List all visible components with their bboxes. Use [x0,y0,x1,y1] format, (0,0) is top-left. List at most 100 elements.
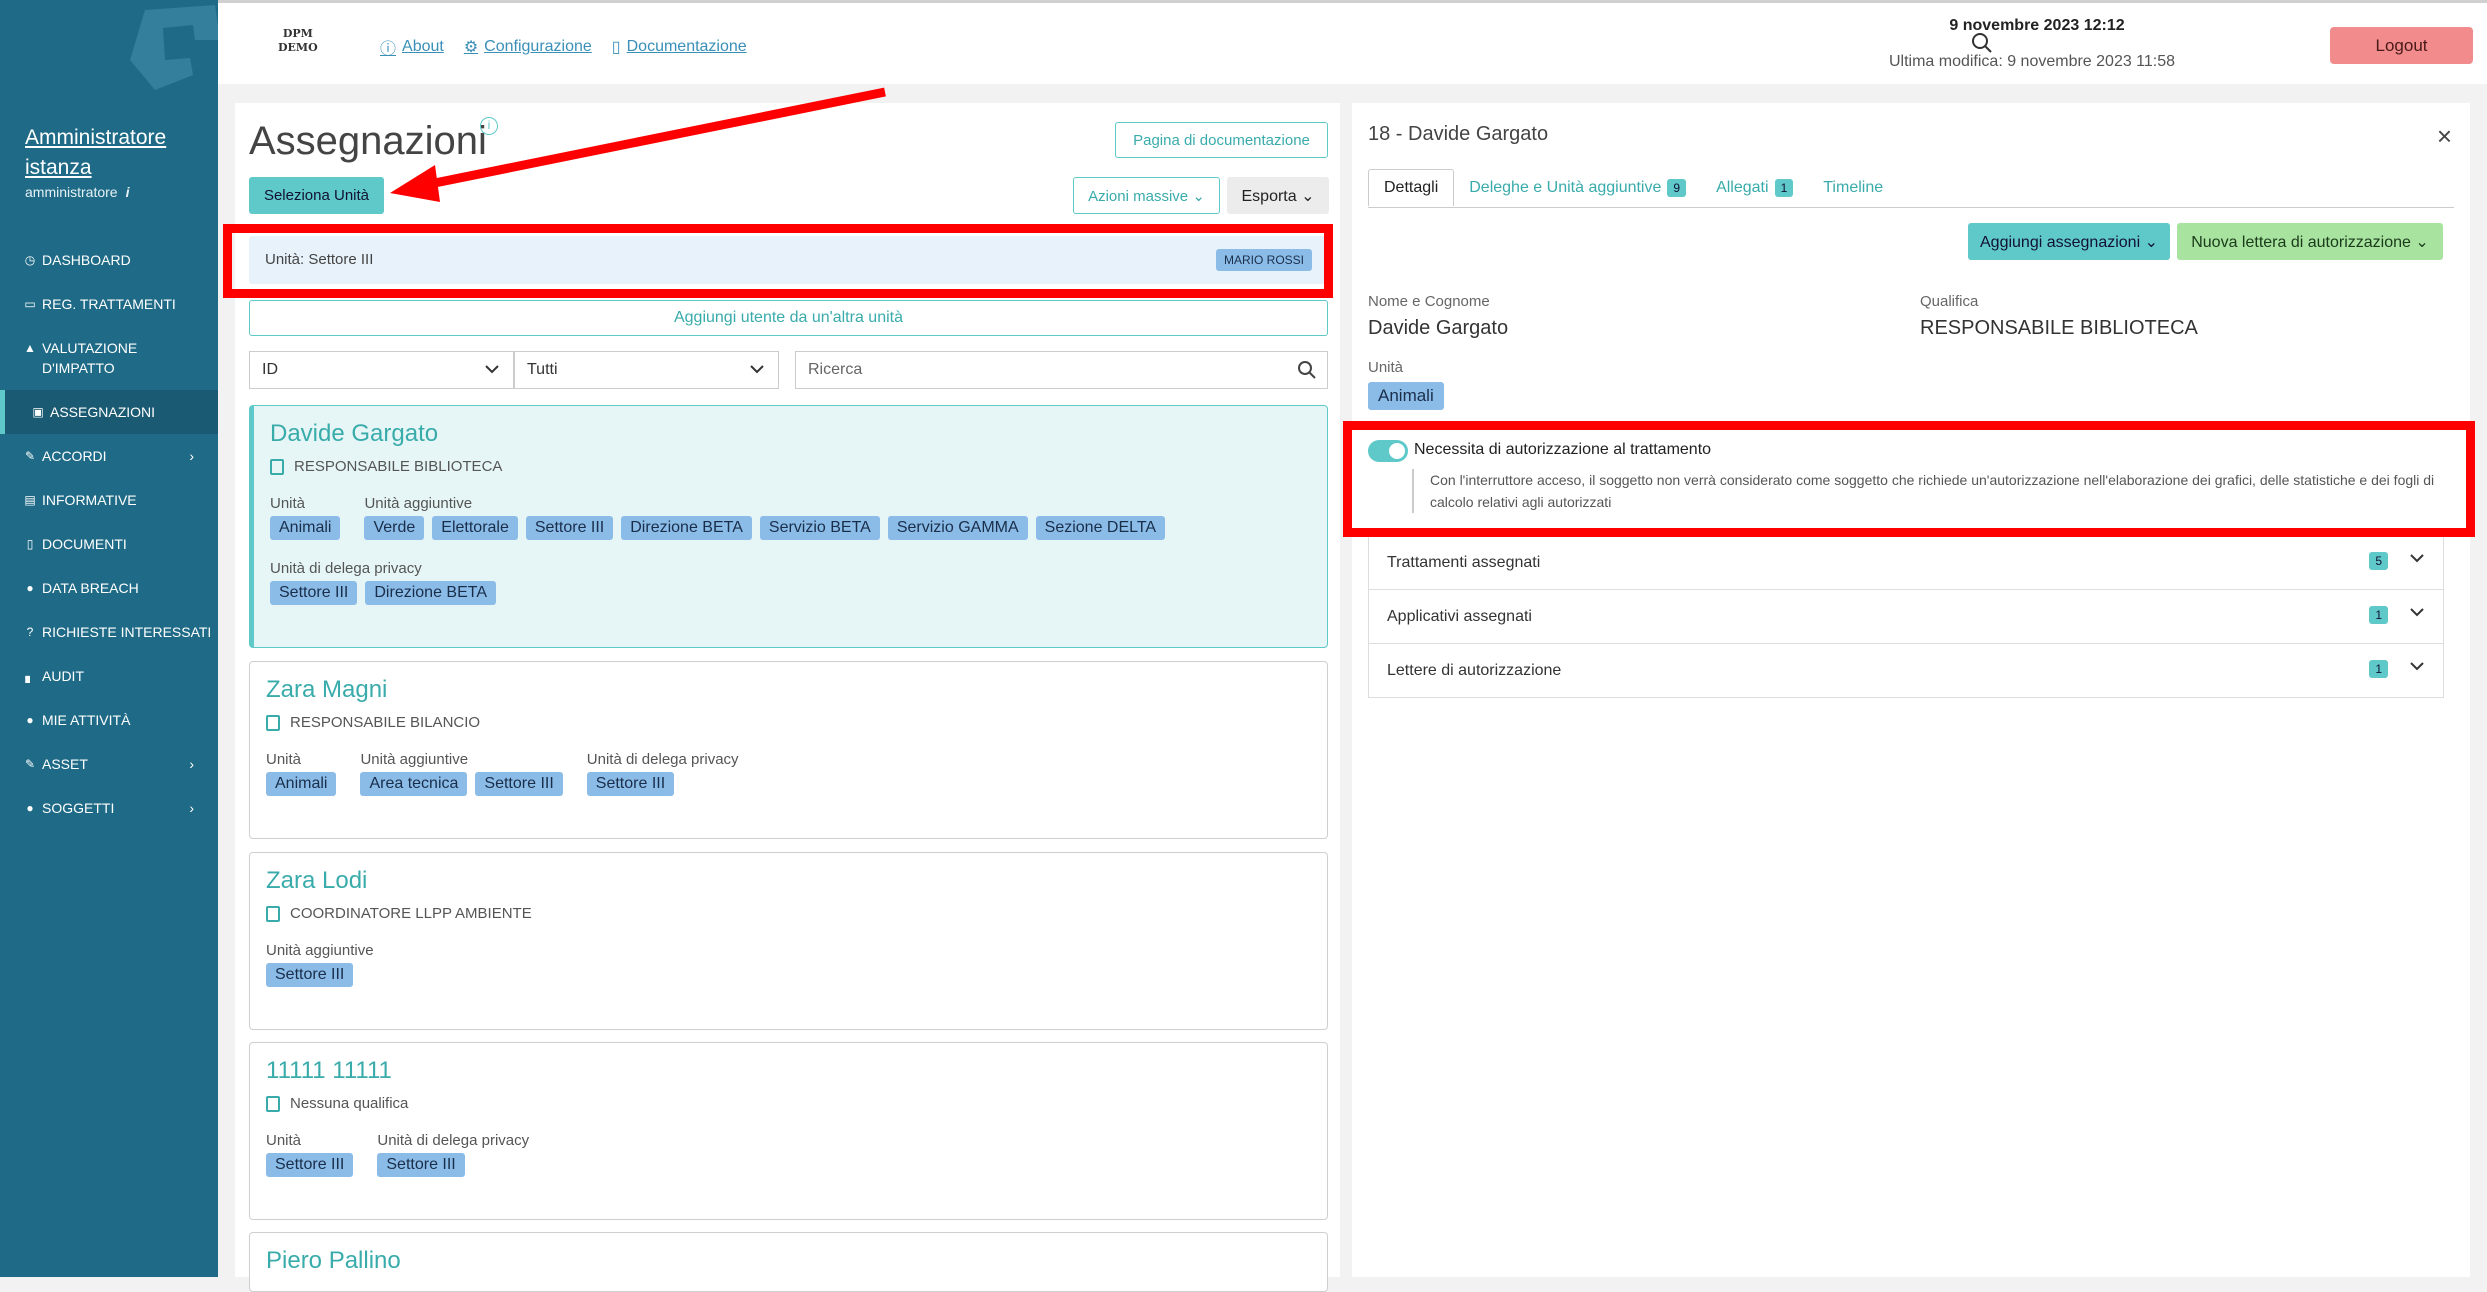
toggle-label: Necessita di autorizzazione al trattamen… [1414,441,1712,458]
unit-group: Unità Animali [270,495,341,540]
assignment-card[interactable]: Davide Gargato RESPONSABILE BIBLIOTECA U… [249,405,1328,648]
unit-tag: Settore III [377,1153,465,1177]
group-label: Unità aggiuntive [266,942,374,959]
info-icon[interactable]: i [126,184,130,200]
tab-timeline[interactable]: Timeline [1808,169,1898,206]
privacy-delegation-group: Unità di delega privacy Settore III [586,751,739,796]
card-groups: Unità Animali Unità aggiuntive Area tecnic… [266,751,1311,796]
group-label: Unità di delega privacy [270,560,422,577]
bulk-actions-button[interactable]: Azioni massive ⌄ [1073,177,1220,214]
qualifica-value: RESPONSABILE BIBLIOTECA [1920,317,2198,339]
sidebar-item-documenti[interactable]: ▯ DOCUMENTI [0,522,218,566]
sidebar-item-data-breach[interactable]: ● DATA BREACH [0,566,218,610]
accordion-applicativi[interactable]: Applicativi assegnati 1 [1368,589,2444,644]
add-user-from-other-unit-button[interactable]: Aggiungi utente da un'altra unità [249,300,1328,336]
group-label: Unità [270,495,306,512]
tab-dettagli[interactable]: Dettagli [1368,169,1455,206]
card-name[interactable]: Zara Magni [266,676,1311,704]
card-name[interactable]: Zara Lodi [266,867,1311,895]
sidebar-item-valutazione[interactable]: ▲ VALUTAZIONE D'IMPATTO [0,326,218,390]
unit-tag: Area tecnica [360,772,468,796]
warning-icon: ▲ [24,341,36,355]
sidebar-item-informative[interactable]: ▤ INFORMATIVE [0,478,218,522]
assignment-card[interactable]: 11111 11111 Nessuna qualifica Unità Setto… [249,1042,1328,1220]
documentazione-link[interactable]: ▯ Documentazione [612,35,747,59]
chevron-down-icon [485,365,499,374]
about-link-label: About [402,38,444,55]
chevron-down-icon [2410,608,2424,617]
chevron-down-icon [2410,662,2424,671]
unit-group: Unità Settore III [266,1132,354,1177]
unit-tag: Servizio BETA [759,516,880,540]
unit-tag: Servizio GAMMA [887,516,1028,540]
configurazione-link[interactable]: ⚙ Configurazione [464,35,592,59]
card-name[interactable]: Davide Gargato [270,420,1311,448]
assignment-card[interactable]: Piero Pallino [249,1232,1328,1292]
assignment-card[interactable]: Zara Lodi COORDINATORE LLPP AMBIENTE Uni… [249,852,1328,1030]
person-icon: ● [26,713,34,727]
tab-allegati[interactable]: Allegati 1 [1701,169,1808,206]
topbar: DPM DEMO ⓘ About ⚙ Configurazione ▯ Document… [218,0,2487,84]
tag-list: Verde Elettorale Settore III Direzione B… [364,516,1166,540]
tabs-divider [1368,207,2454,208]
accordion-lettere[interactable]: Lettere di autorizzazione 1 [1368,643,2444,698]
tag-list: Animali [270,516,341,540]
detail-tabs: Dettagli Deleghe e Unità aggiuntive 9 All… [1368,169,1898,206]
new-authorization-letter-button[interactable]: Nuova lettera di autorizzazione ⌄ [2177,223,2443,260]
authorization-toggle[interactable] [1368,440,1408,462]
logout-button[interactable]: Logout [2330,27,2473,64]
sidebar-item-assegnazioni[interactable]: ▣ ASSEGNAZIONI [0,390,218,434]
unit-tag: Settore III [266,963,354,987]
sidebar-item-reg-trattamenti[interactable]: ▭ REG. TRATTAMENTI [0,282,218,326]
card-name[interactable]: Piero Pallino [266,1247,1311,1275]
sidebar-item-label: VALUTAZIONE D'IMPATTO [42,340,138,376]
current-date: 9 novembre 2023 12:12 [1949,17,2125,34]
card-qualifica: RESPONSABILE BILANCIO [266,714,1311,731]
chevron-right-icon: › [189,756,194,772]
additional-units-group: Unità aggiuntive Area tecnica Settore III [360,751,563,796]
sidebar-item-accordi[interactable]: ✎ ACCORDI › [0,434,218,478]
accordion-trattamenti[interactable]: Trattamenti assegnati 5 [1368,535,2444,590]
about-link[interactable]: ⓘ About [380,35,444,59]
card-qualifica-text: COORDINATORE LLPP AMBIENTE [290,905,532,922]
export-button[interactable]: Esporta ⌄ [1227,177,1329,214]
chevron-down-icon [750,365,764,374]
selected-unit-bar: Unità: Settore III MARIO ROSSI [249,236,1328,284]
sort-select[interactable]: ID [249,351,514,389]
tab-deleghe[interactable]: Deleghe e Unità aggiuntive 9 [1454,169,1701,206]
brand-logo[interactable]: DPM DEMO [278,27,318,55]
search-input[interactable]: Ricerca [795,351,1328,389]
assignment-card[interactable]: Zara Magni RESPONSABILE BILANCIO Unità An… [249,661,1328,839]
sort-select-value: ID [262,361,278,378]
sidebar-item-asset[interactable]: ✎ ASSET › [0,742,218,786]
select-unit-button[interactable]: Seleziona Unità [249,177,384,214]
privacy-delegation-group: Unità di delega privacy Settore III Dire… [270,560,1311,605]
brand-line2: DEMO [278,41,318,54]
documentation-page-button[interactable]: Pagina di documentazione [1115,122,1328,158]
filter-select[interactable]: Tutti [514,351,779,389]
sidebar-item-richieste[interactable]: ? RICHIESTE INTERESSATI [0,610,218,654]
chevron-down-icon: ⌄ [2415,233,2429,251]
qualifica-label: Qualifica [1920,293,1979,310]
chevron-down-icon [2410,554,2424,563]
sidebar: Amministratore istanza amministratore i ◷… [0,0,218,1277]
unit-owner-badge: MARIO ROSSI [1215,249,1312,271]
group-label: Unità aggiuntive [364,495,473,512]
dashboard-icon: ◷ [24,253,36,267]
unit-label: Unità [1368,359,1404,376]
add-assignments-button[interactable]: Aggiungi assegnazioni ⌄ [1968,223,2170,260]
sidebar-item-mie-attivita[interactable]: ● MIE ATTIVITÀ [0,698,218,742]
sidebar-item-audit[interactable]: ▖ AUDIT [0,654,218,698]
sidebar-item-label: DOCUMENTI [42,536,127,552]
search-icon[interactable] [1297,360,1317,380]
logo-icon [130,5,218,90]
sidebar-item-soggetti[interactable]: ● SOGGETTI › [0,786,218,830]
sidebar-item-dashboard[interactable]: ◷ DASHBOARD [0,238,218,282]
card-groups: Unità Animali Unità aggiuntive Verde Elet… [270,495,1311,605]
detail-panel: 18 - Davide Gargato × Dettagli Deleghe e… [1352,103,2470,1277]
user-name[interactable]: Amministratore istanza [25,123,215,183]
tab-label: Deleghe e Unità aggiuntive [1469,178,1662,196]
toggle-description: Con l'interruttore acceso, il soggetto n… [1412,469,2442,513]
close-icon[interactable]: × [2437,121,2452,152]
card-name[interactable]: 11111 11111 [266,1057,1311,1085]
